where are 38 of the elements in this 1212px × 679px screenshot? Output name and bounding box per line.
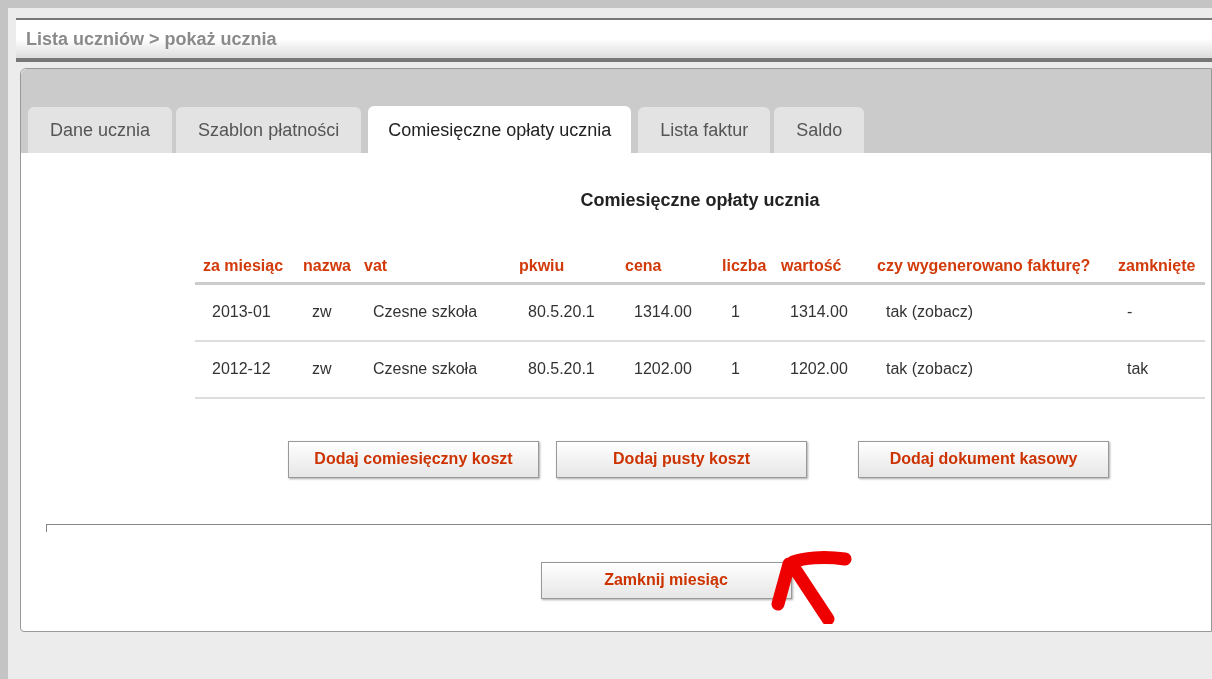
tab[interactable]: Comiesięczne opłaty ucznia <box>368 106 632 154</box>
table-cell: 80.5.20.1 <box>511 340 617 398</box>
table-cell: tak (zobacz) <box>869 283 1110 341</box>
action-button[interactable]: Dodaj comiesięczny koszt <box>288 440 539 478</box>
action-button[interactable]: Dodaj dokument kasowy <box>858 440 1109 478</box>
column-header: nazwa <box>295 254 356 284</box>
table-cell: Czesne szkoła <box>356 340 511 398</box>
table-cell: tak <box>1110 340 1205 398</box>
table-cell: 2013-01 <box>195 283 295 341</box>
action-button[interactable]: Dodaj pusty koszt <box>556 440 807 478</box>
table-cell: 2012-12 <box>195 340 295 398</box>
column-header: cena <box>617 254 714 284</box>
table-cell: 1 <box>714 340 773 398</box>
table-cell: tak (zobacz) <box>869 340 1110 398</box>
table-cell: 1314.00 <box>773 283 869 341</box>
column-header: czy wygenerowano fakturę? <box>869 254 1110 284</box>
table-cell: 1202.00 <box>773 340 869 398</box>
table-cell: 1202.00 <box>617 340 714 398</box>
column-header: za miesiąc <box>195 254 295 284</box>
section-title: Comiesięczne opłaty ucznia <box>579 189 821 212</box>
breadcrumb: Lista uczniów > pokaż ucznia <box>26 27 277 51</box>
table-cell: Czesne szkoła <box>356 283 511 341</box>
close-month-button[interactable]: Zamknij miesiąc <box>540 561 792 599</box>
tab[interactable]: Szablon płatności <box>176 107 362 153</box>
table-cell: - <box>1110 283 1205 341</box>
tab[interactable]: Saldo <box>774 107 865 153</box>
tab[interactable]: Lista faktur <box>638 107 771 153</box>
table-cell: 1 <box>714 283 773 341</box>
column-header: vat <box>356 254 511 284</box>
table-cell: zw <box>295 283 356 341</box>
tab[interactable]: Dane ucznia <box>28 107 173 153</box>
table-cell: 80.5.20.1 <box>511 283 617 341</box>
column-header: liczba <box>714 254 773 284</box>
table-cell: zw <box>295 340 356 398</box>
column-header: wartość <box>773 254 869 284</box>
column-header: pkwiu <box>511 254 617 284</box>
table-cell: 1314.00 <box>617 283 714 341</box>
column-header: zamknięte <box>1110 254 1205 284</box>
